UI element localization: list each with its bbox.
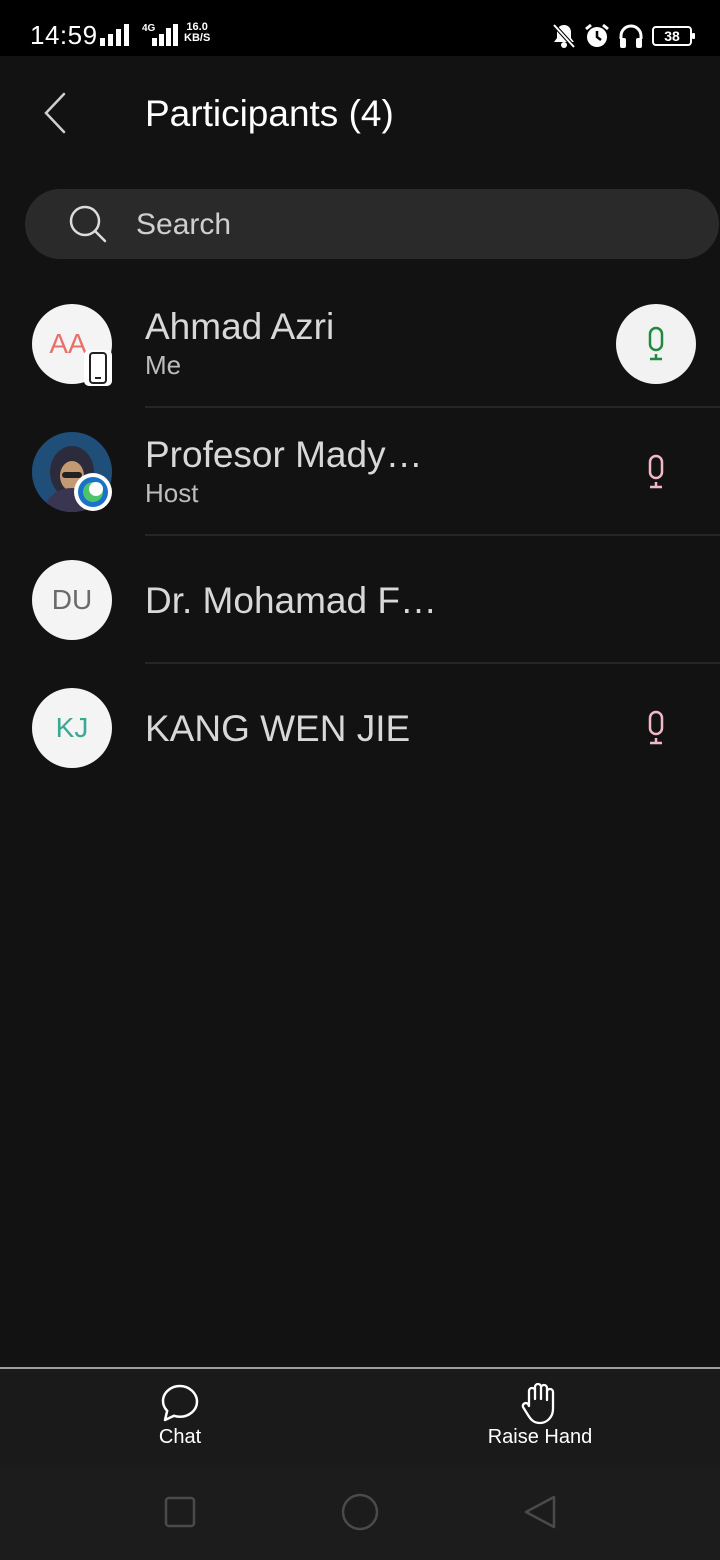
- raise-hand-button[interactable]: Raise Hand: [440, 1369, 640, 1465]
- avatar: DU: [32, 560, 112, 640]
- back-nav-icon[interactable]: [522, 1494, 558, 1530]
- signal-4g-icon: 4G: [142, 23, 178, 46]
- chat-bubble-icon: [161, 1384, 199, 1422]
- microphone-icon: [648, 326, 664, 361]
- status-time: 14:59: [30, 20, 98, 50]
- chat-button[interactable]: Chat: [80, 1369, 280, 1465]
- page-title: Participants (4): [145, 93, 394, 134]
- back-button[interactable]: [36, 88, 76, 138]
- status-icons: 38: [552, 20, 695, 52]
- search-input[interactable]: [136, 205, 676, 245]
- avatar-initials: KJ: [55, 712, 89, 743]
- recents-icon[interactable]: [164, 1496, 196, 1528]
- participant-role: Me: [145, 350, 182, 380]
- participant-name: Ahmad Azri: [145, 306, 335, 347]
- mobile-device-icon: [84, 350, 112, 386]
- alarm-icon: [585, 23, 609, 47]
- battery-indicator: 38: [652, 26, 695, 46]
- avatar-initials: AA: [49, 328, 87, 359]
- participant-row[interactable]: KJ KANG WEN JIE: [0, 664, 720, 792]
- raise-hand-label: Raise Hand: [487, 1426, 593, 1448]
- chevron-left-icon: [44, 92, 66, 134]
- bottom-toolbar: Chat Raise Hand: [0, 1369, 720, 1465]
- participant-row[interactable]: DU Dr. Mohamad F…: [0, 536, 720, 664]
- network-speed: 16.0 KB/S: [184, 22, 210, 44]
- webex-badge-icon: [74, 473, 112, 511]
- silent-bell-icon: [552, 23, 576, 49]
- chat-label: Chat: [158, 1426, 202, 1448]
- participant-role: Host: [145, 478, 199, 508]
- participant-name: KANG WEN JIE: [145, 708, 411, 749]
- participant-name: Dr. Mohamad F…: [145, 580, 437, 621]
- status-bar: 14:59 4G 16.0 KB/S 38: [0, 0, 720, 56]
- participant-name: Profesor Mady…: [145, 434, 423, 475]
- system-nav-bar: [0, 1465, 720, 1560]
- microphone-icon[interactable]: [646, 454, 666, 490]
- raise-hand-icon: [521, 1382, 555, 1425]
- network-label: 4G: [142, 23, 156, 34]
- participant-row[interactable]: AA Ahmad Azri Me: [0, 280, 720, 408]
- signal-icon: [100, 24, 129, 46]
- microphone-icon[interactable]: [646, 710, 666, 746]
- avatar-initials: DU: [51, 584, 93, 615]
- headphones-icon: [619, 24, 643, 48]
- home-icon[interactable]: [340, 1492, 380, 1532]
- search-icon: [69, 205, 107, 243]
- mute-button[interactable]: [616, 304, 696, 384]
- speed-unit: KB/S: [184, 32, 211, 44]
- avatar: KJ: [32, 688, 112, 768]
